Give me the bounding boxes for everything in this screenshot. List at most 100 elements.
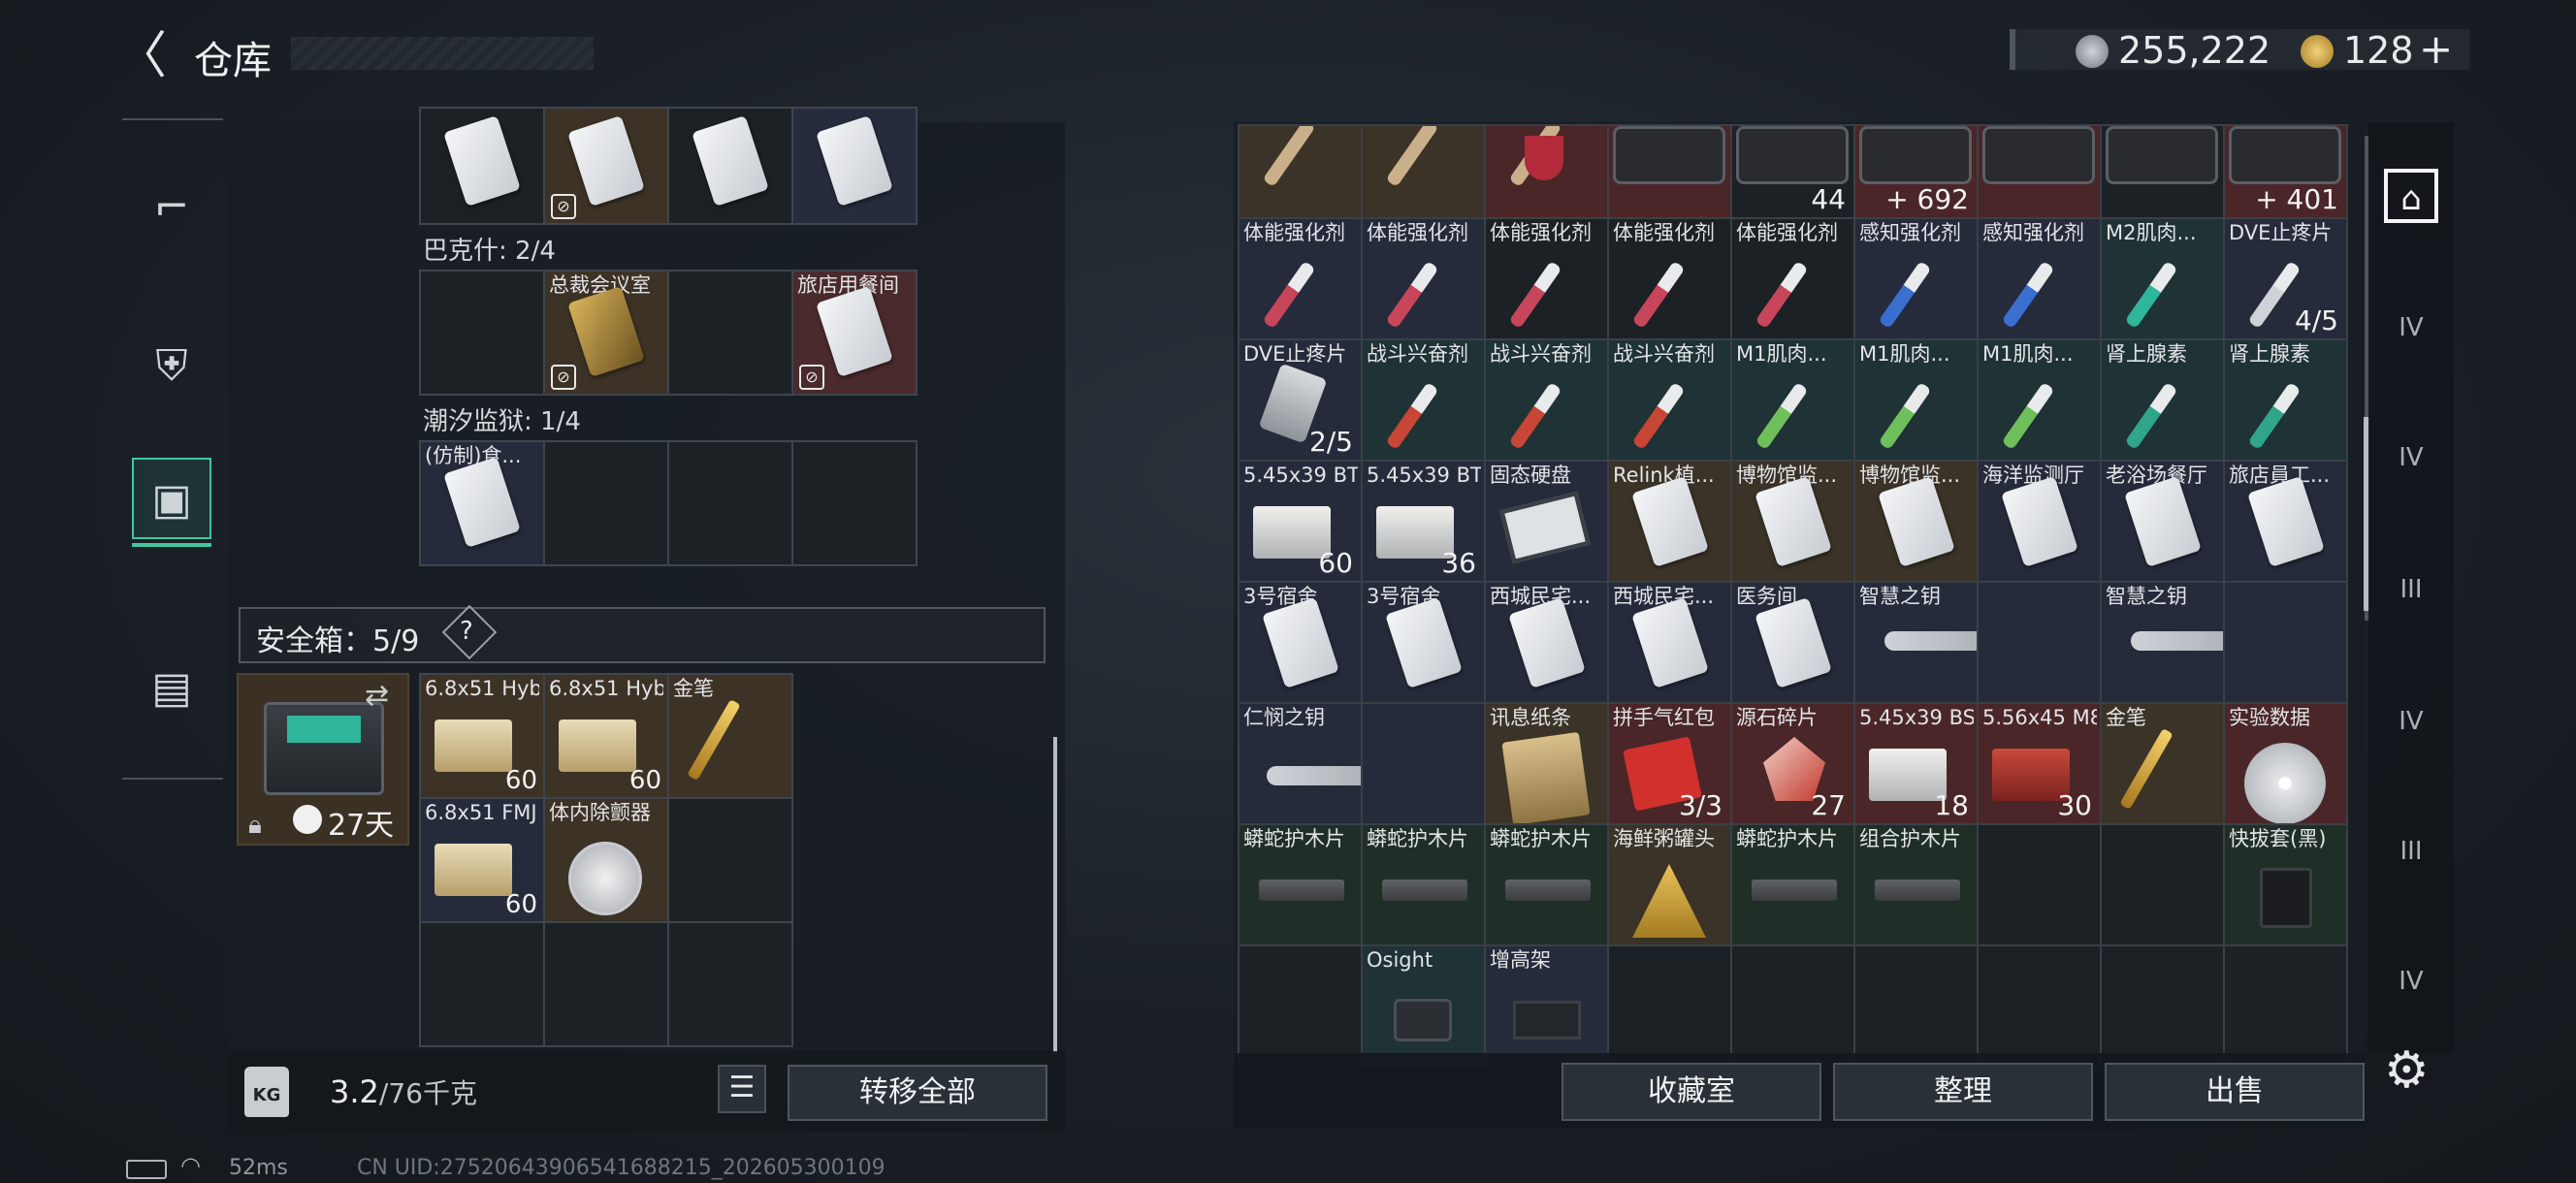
add-gold-button[interactable]: + [2419,25,2453,73]
grid-cell[interactable]: M1肌肉... [1855,340,1977,460]
back-arrow-icon[interactable]: 〈 [116,27,175,85]
grid-cell[interactable] [1979,126,2100,217]
grid-cell[interactable] [1609,946,1730,1066]
backpack-icon[interactable]: ▣ [132,458,211,547]
grid-cell[interactable]: M1肌肉... [1732,340,1853,460]
grid-cell[interactable]: 5.45x39 BT 60 [1240,462,1361,581]
grid-cell[interactable]: 金笔 [2102,704,2223,823]
grid-cell[interactable]: 6.8x51 Hybrid 60 [421,675,543,797]
grid-cell[interactable]: 体能强化剂 [1363,219,1484,338]
list-view-button[interactable]: ☰ [718,1065,766,1113]
grid-cell[interactable]: 蟒蛇护木片 [1240,825,1361,944]
grid-cell[interactable] [669,442,791,564]
sell-button[interactable]: 出售 [2105,1063,2365,1121]
grid-cell[interactable]: 金笔 [669,675,791,797]
collection-room-button[interactable]: 收藏室 [1562,1063,1821,1121]
grid-cell[interactable] [669,799,791,921]
grid-cell[interactable]: 3号宿舍 [1363,583,1484,702]
grid-cell[interactable] [1486,126,1607,217]
grid-cell[interactable]: 5.45x39 BT 36 [1363,462,1484,581]
grid-cell[interactable]: M2肌肉... [2102,219,2223,338]
grid-cell[interactable]: 博物馆监... [1732,462,1853,581]
grid-cell[interactable]: 肾上腺素 [2225,340,2346,460]
grid-cell[interactable] [1240,126,1361,217]
grid-cell[interactable] [545,923,667,1045]
grid-cell[interactable]: 感知强化剂 [1979,219,2100,338]
grid-cell[interactable]: 智慧之钥 [2102,583,2223,702]
grid-cell[interactable]: 体能强化剂 [1240,219,1361,338]
grid-cell[interactable]: 旅店用餐间 ⊘ [793,272,916,394]
scrollbar[interactable] [1053,737,1057,1053]
grid-cell[interactable]: 战斗兴奋剂 [1486,340,1607,460]
grid-cell[interactable]: 蟒蛇护木片 [1486,825,1607,944]
grid-cell[interactable]: 感知强化剂 [1855,219,1977,338]
grid-cell[interactable] [421,272,543,394]
grid-cell[interactable]: 蟒蛇护木片 [1363,825,1484,944]
grid-cell[interactable] [669,109,791,223]
grid-cell[interactable] [2225,583,2346,702]
grid-cell[interactable] [2102,825,2223,944]
grid-cell[interactable]: 组合护木片 [1855,825,1977,944]
grid-cell[interactable]: 5.56x45 M855A1 30 [1979,704,2100,823]
grid-cell[interactable] [2225,946,2346,1066]
grid-cell[interactable]: 战斗兴奋剂 [1363,340,1484,460]
grid-cell[interactable] [1240,946,1361,1066]
grid-cell[interactable]: 智慧之钥 [1855,583,1977,702]
grid-cell[interactable]: 博物馆监... [1855,462,1977,581]
grid-cell[interactable] [1363,704,1484,823]
grid-cell[interactable]: 6.8x51 FMJ 60 [421,799,543,921]
stash-tab-iv[interactable]: IV [2380,297,2442,359]
stash-tab-iii[interactable]: III [2380,559,2442,621]
grid-cell[interactable]: 3号宿舍 [1240,583,1361,702]
stash-tab-iv[interactable]: IV [2380,427,2442,489]
gear-icon[interactable]: ⚙ [2384,1041,2430,1100]
grid-cell[interactable]: 体能强化剂 [1486,219,1607,338]
grid-cell[interactable] [1609,126,1730,217]
grid-cell[interactable] [1855,946,1977,1066]
grid-cell[interactable]: + 692 [1855,126,1977,217]
grid-cell[interactable] [2102,126,2223,217]
grid-cell[interactable]: 肾上腺素 [2102,340,2223,460]
toolbox-icon[interactable]: ▤ [132,648,211,729]
stash-tab-iv[interactable]: IV [2380,690,2442,752]
grid-cell[interactable]: 总裁会议室 ⊘ [545,272,667,394]
grid-cell[interactable] [793,109,916,223]
transfer-all-button[interactable]: 转移全部 [788,1065,1047,1121]
grid-cell[interactable]: 仁悯之钥 [1240,704,1361,823]
grid-cell[interactable] [545,442,667,564]
gun-icon[interactable]: ⌐ [132,167,211,248]
grid-cell[interactable]: + 401 [2225,126,2346,217]
swap-icon[interactable]: ⇄ [365,679,389,713]
organize-button[interactable]: 整理 [1833,1063,2093,1121]
grid-cell[interactable]: ⊘ [545,109,667,223]
grid-cell[interactable]: Osight [1363,946,1484,1066]
grid-cell[interactable]: 西城民宅... [1609,583,1730,702]
grid-cell[interactable]: 体能强化剂 [1732,219,1853,338]
grid-cell[interactable]: M1肌肉... [1979,340,2100,460]
grid-cell[interactable]: 战斗兴奋剂 [1609,340,1730,460]
grid-cell[interactable] [1979,946,2100,1066]
grid-cell[interactable]: 海鲜粥罐头 [1609,825,1730,944]
grid-cell[interactable] [421,923,543,1045]
grid-cell[interactable]: 拼手气红包 3/3 [1609,704,1730,823]
grid-cell[interactable]: DVE止疼片 4/5 [2225,219,2346,338]
grid-cell[interactable]: 5.45x39 BS 18 [1855,704,1977,823]
armor-icon[interactable]: ⛨ [132,326,211,407]
grid-cell[interactable] [1979,825,2100,944]
stash-tab-iv[interactable]: IV [2380,950,2442,1012]
grid-cell[interactable] [1979,583,2100,702]
grid-cell[interactable]: DVE止疼片 2/5 [1240,340,1361,460]
grid-cell[interactable]: 老浴场餐厅 [2102,462,2223,581]
grid-cell[interactable]: (仿制)食... [421,442,543,564]
grid-cell[interactable]: 44 [1732,126,1853,217]
grid-cell[interactable] [669,923,791,1045]
grid-cell[interactable]: Relink植... [1609,462,1730,581]
grid-cell[interactable]: 源石碎片 27 [1732,704,1853,823]
stash-tab-iii[interactable]: III [2380,820,2442,882]
grid-cell[interactable]: 实验数据 [2225,704,2346,823]
grid-cell[interactable]: 西城民宅... [1486,583,1607,702]
grid-cell[interactable] [669,272,791,394]
grid-cell[interactable]: 讯息纸条 [1486,704,1607,823]
grid-cell[interactable] [1732,946,1853,1066]
grid-cell[interactable]: 旅店員工... [2225,462,2346,581]
